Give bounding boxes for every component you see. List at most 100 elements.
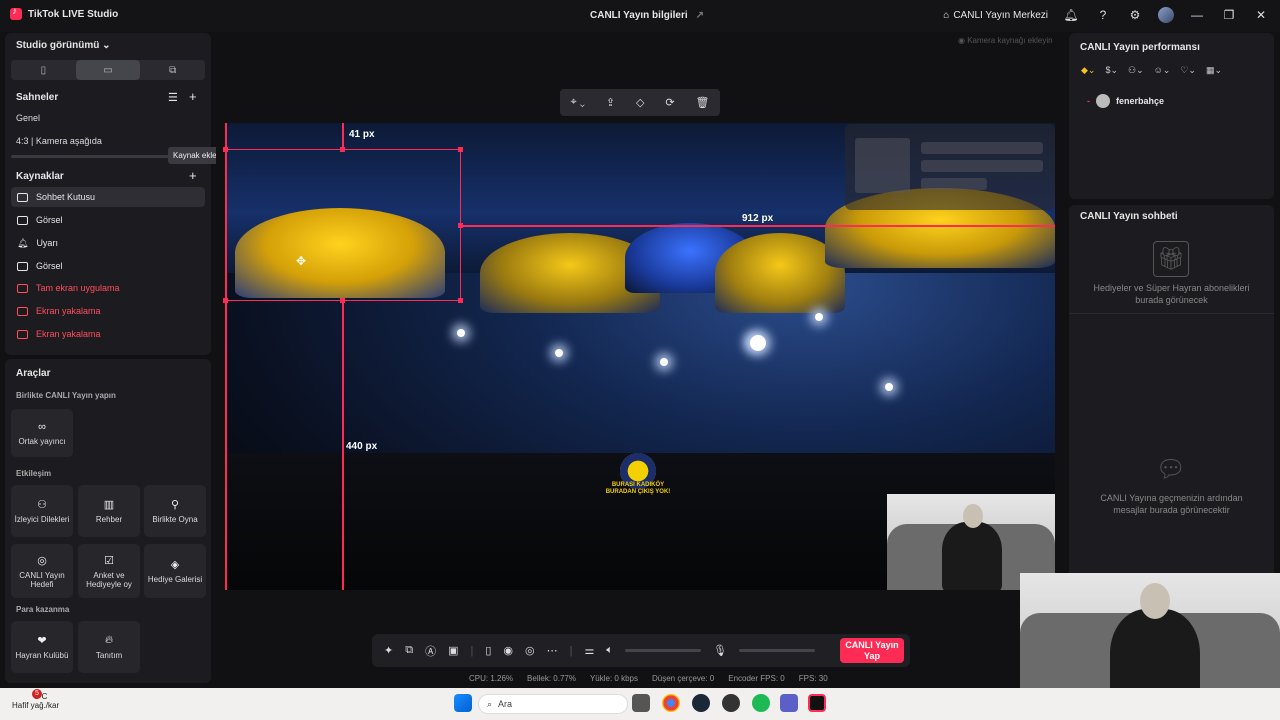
crosshair-icon[interactable]: ⌖ ⌄	[570, 96, 584, 109]
speaker-icon[interactable]: 🔈︎	[606, 644, 613, 657]
window-icon	[17, 283, 28, 293]
gift-gallery-tool[interactable]: ◈ Hediye Galerisi	[144, 544, 206, 598]
task-view-icon[interactable]	[632, 694, 650, 712]
tiktok-studio-icon[interactable]	[808, 694, 826, 712]
chat-heading: CANLI Yayın sohbeti	[1080, 211, 1178, 222]
list-icon[interactable]: ☰	[168, 91, 178, 104]
figure-shape	[942, 522, 1002, 590]
teams-icon[interactable]	[780, 694, 798, 712]
scene-item[interactable]: Genel	[16, 113, 40, 123]
steam-icon[interactable]	[692, 694, 710, 712]
view-dropdown[interactable]: Studio görünümü ⌄	[16, 40, 111, 51]
app-icon[interactable]	[722, 694, 740, 712]
fan-club-tool[interactable]: ❤ Hayran Kulübü	[11, 621, 73, 673]
live-goal-tool[interactable]: ◎ CANLI Yayın Hedefi	[11, 544, 73, 598]
scenes-heading: Sahneler	[16, 92, 59, 103]
windows-start-icon[interactable]	[454, 694, 472, 712]
live-info-title: CANLI Yayın bilgileri	[590, 10, 688, 21]
screen-icon[interactable]: ▣	[448, 644, 458, 657]
home-icon: ⌂	[943, 9, 950, 21]
mic-slider[interactable]	[738, 649, 815, 652]
poll-tool[interactable]: ☑ Anket ve Hediyeyle oy	[78, 544, 140, 598]
bring-forward-icon[interactable]: ⇪	[606, 96, 615, 109]
spotify-icon[interactable]	[752, 694, 770, 712]
like-icon[interactable]: ♡⌄	[1180, 65, 1196, 76]
stat-encoder-fps: Encoder FPS: 0	[728, 674, 785, 683]
stadium-light	[555, 349, 563, 357]
source-item[interactable]: Görsel	[11, 256, 205, 276]
magic-wand-icon[interactable]: ✦	[384, 644, 393, 657]
volume-slider[interactable]	[624, 649, 701, 652]
promote-tool[interactable]: 🔥︎ Tanıtım	[78, 621, 140, 673]
rotate-icon[interactable]: ⟳	[665, 96, 674, 109]
scenes-scrollbar[interactable]	[11, 155, 171, 158]
help-icon[interactable]: ?	[1094, 6, 1112, 24]
minimize-icon[interactable]: —	[1188, 6, 1206, 24]
chat-bubble-icon: 💬︎	[1155, 456, 1187, 483]
resize-handle[interactable]	[458, 147, 463, 152]
source-item[interactable]: Görsel	[11, 210, 205, 230]
add-scene-button[interactable]: +	[189, 89, 197, 104]
dual-view-icon[interactable]: ⧉	[140, 60, 205, 80]
mixer-icon[interactable]: ⚌	[584, 644, 594, 657]
trash-icon[interactable]: 🗑︎	[696, 96, 710, 109]
live-info-link[interactable]: CANLI Yayın bilgileri ↗	[590, 10, 704, 21]
viewer-row[interactable]: - fenerbahçe	[1087, 94, 1164, 108]
source-item[interactable]: Ekran yakalama	[11, 324, 205, 344]
resize-handle[interactable]	[223, 147, 228, 152]
bell-icon[interactable]: 🔔︎	[1062, 6, 1080, 24]
play-together-tool[interactable]: ⚲ Birlikte Oyna	[144, 485, 206, 537]
landscape-view-icon[interactable]: ▭	[75, 60, 141, 80]
coin-icon[interactable]: $⌄	[1105, 65, 1118, 76]
chat-icon	[17, 192, 28, 202]
live-center-button[interactable]: ⌂ CANLI Yayın Merkezi	[943, 10, 1048, 21]
phone-icon[interactable]: ▯	[485, 644, 491, 657]
guide-tool[interactable]: ▥ Rehber	[78, 485, 140, 537]
joystick-icon: ⚲	[170, 499, 180, 511]
chrome-icon[interactable]	[662, 694, 680, 712]
viewers-icon[interactable]: ⚇⌄	[1128, 65, 1144, 76]
camera-hint[interactable]: ◉ Kamera kaynağı ekleyin	[958, 36, 1053, 45]
gear-icon[interactable]: ⚙	[1126, 6, 1144, 24]
broadcast-icon[interactable]: ◎	[525, 644, 535, 657]
go-live-button[interactable]: CANLI Yayın Yap	[840, 638, 904, 663]
flame-icon: 🔥︎	[104, 634, 114, 646]
scene-item[interactable]: 4:3 | Kamera aşağıda	[16, 136, 102, 146]
selection-box[interactable]	[225, 149, 461, 301]
portrait-view-icon[interactable]: ▯	[11, 60, 76, 80]
ai-icon[interactable]: Ⓐ	[425, 643, 436, 659]
capture-icon[interactable]: ⧉	[405, 644, 413, 657]
gift-icon: ◈	[170, 559, 180, 571]
resize-handle[interactable]	[458, 223, 463, 228]
guide-line-bottom	[342, 300, 344, 590]
resize-handle[interactable]	[223, 298, 228, 303]
source-item[interactable]: 🔔︎ Uyarı	[11, 233, 205, 253]
record-icon[interactable]: ◉	[503, 644, 513, 657]
weather-widget[interactable]: 5 3°C Hafif yağ./kar	[12, 689, 59, 710]
share-icon: ↗	[695, 10, 705, 21]
source-item[interactable]: Tam ekran uygulama	[11, 278, 205, 298]
close-icon[interactable]: ✕	[1252, 6, 1270, 24]
follower-icon[interactable]: ☺⌄	[1154, 65, 1171, 76]
source-item[interactable]: Ekran yakalama	[11, 301, 205, 321]
viewer-wishes-tool[interactable]: ⚇ İzleyici Dilekleri	[11, 485, 73, 537]
image-icon	[17, 261, 28, 271]
avatar[interactable]	[1158, 7, 1174, 23]
gift-icon[interactable]: ▦⌄	[1206, 65, 1222, 76]
chat-box-overlay[interactable]	[845, 124, 1055, 210]
viewer-name: fenerbahçe	[1116, 96, 1165, 106]
resize-handle[interactable]	[458, 298, 463, 303]
add-source-button[interactable]: +	[189, 168, 197, 183]
more-icon[interactable]: ⋯	[547, 644, 558, 657]
resize-handle[interactable]	[340, 147, 345, 152]
source-item[interactable]: Sohbet Kutusu	[11, 187, 205, 207]
guide-line-top	[342, 123, 344, 150]
diamond-icon[interactable]: ◆⌄	[1081, 65, 1095, 76]
layers-icon[interactable]: ◇	[636, 96, 644, 109]
resize-handle[interactable]	[340, 298, 345, 303]
maximize-icon[interactable]: ❐	[1220, 6, 1238, 24]
cohost-tool[interactable]: ∞ Ortak yayıncı	[11, 409, 73, 457]
taskbar-search[interactable]: ⌕ Ara	[478, 694, 628, 714]
poll-icon: ☑	[104, 554, 114, 567]
mic-icon[interactable]: 🎙︎	[713, 644, 727, 657]
